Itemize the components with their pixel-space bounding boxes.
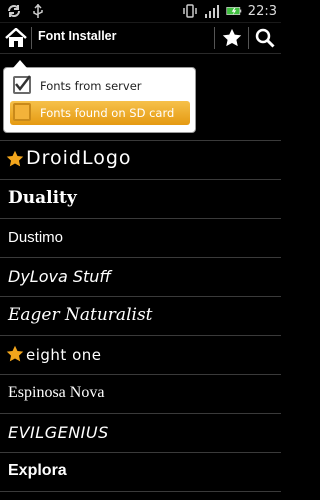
- font-row-duality[interactable]: Duality: [0, 180, 281, 219]
- font-row-espinosa-nova[interactable]: Espinosa Nova: [0, 375, 281, 414]
- font-row-evilgenius[interactable]: EVILGENIUS: [0, 414, 281, 453]
- source-menu: Fonts from server Fonts found on SD card: [3, 60, 196, 133]
- check-icon: [15, 75, 31, 92]
- font-name: Espinosa Nova: [8, 384, 105, 401]
- divider: [31, 27, 32, 49]
- battery-icon: [226, 3, 242, 19]
- font-name: eight one: [26, 346, 102, 364]
- font-row-eight-one[interactable]: eight one: [0, 336, 281, 375]
- font-row-droidlogo[interactable]: DroidLogo: [0, 141, 281, 180]
- divider: [248, 27, 249, 49]
- usb-icon: [30, 3, 46, 19]
- font-row-eager-naturalist[interactable]: Eager Naturalist: [0, 297, 281, 336]
- font-name: Eager Naturalist: [8, 305, 153, 325]
- page-title: Font Installer: [38, 29, 117, 43]
- font-row-explora[interactable]: Explora: [0, 453, 281, 492]
- home-icon: [5, 28, 27, 47]
- font-row-dylova-stuff[interactable]: DyLova Stuff: [0, 258, 281, 297]
- font-name: DroidLogo: [26, 147, 132, 169]
- checkbox[interactable]: [13, 103, 31, 121]
- menu-item-label: Fonts found on SD card: [40, 106, 175, 120]
- status-clock: 22:3: [247, 3, 277, 19]
- favorite-star-icon: [6, 150, 24, 167]
- font-name: Duality: [8, 188, 77, 208]
- checkbox[interactable]: [13, 75, 31, 94]
- action-bar: Font Installer: [0, 23, 281, 54]
- home-button[interactable]: [2, 25, 30, 51]
- font-name: EVILGENIUS: [8, 423, 109, 442]
- menu-item-fonts-from-server[interactable]: Fonts from server: [10, 74, 190, 98]
- search-icon: [255, 28, 275, 48]
- star-icon: [222, 28, 242, 47]
- menu-item-fonts-sd-card[interactable]: Fonts found on SD card: [10, 101, 190, 125]
- font-name: Explora: [8, 462, 67, 479]
- menu-item-label: Fonts from server: [40, 79, 142, 93]
- font-row-dustimo[interactable]: Dustimo: [0, 219, 281, 258]
- vibrate-icon: [182, 3, 198, 19]
- search-button[interactable]: [252, 25, 278, 51]
- popup-arrow: [13, 60, 27, 68]
- font-name: Dustimo: [8, 229, 64, 246]
- status-bar: 22:3: [0, 0, 281, 23]
- sync-icon: [6, 3, 22, 19]
- favorites-button[interactable]: [219, 25, 245, 51]
- font-name: DyLova Stuff: [8, 267, 111, 286]
- divider: [214, 27, 215, 49]
- favorite-star-icon: [6, 345, 24, 362]
- signal-icon: [204, 3, 220, 19]
